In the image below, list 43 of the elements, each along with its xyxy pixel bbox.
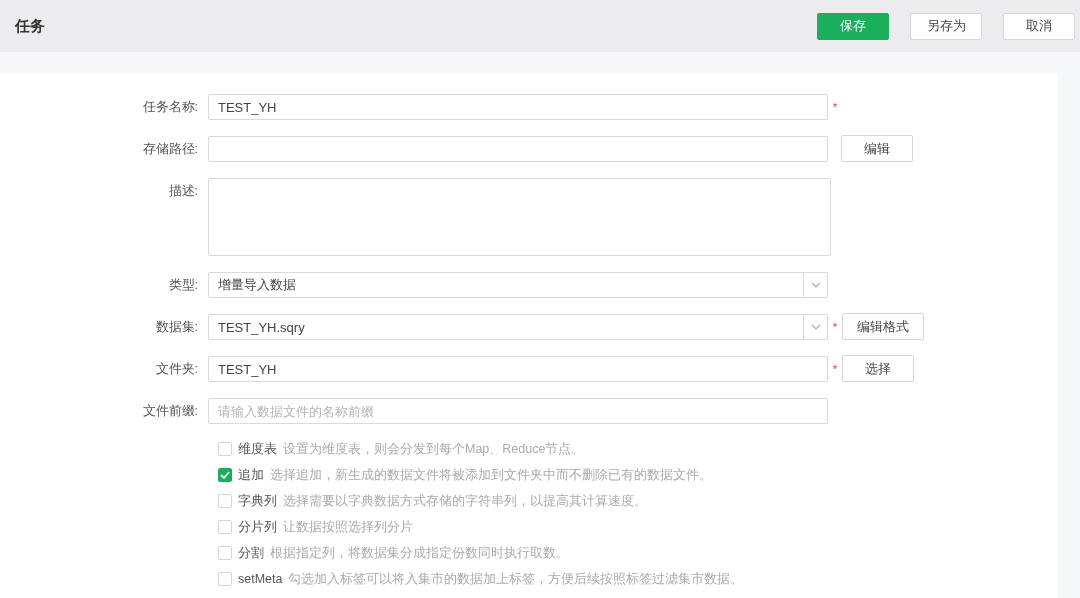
- field-label: 类型:: [168, 277, 198, 294]
- field-label: 文件夹:: [155, 361, 198, 378]
- chevron-down-icon: [810, 324, 821, 330]
- field-label: 数据集:: [155, 319, 198, 336]
- toolbar-button[interactable]: 取消: [1003, 12, 1075, 40]
- field-label: 存储路径:: [142, 141, 198, 158]
- action-button[interactable]: 编辑格式: [842, 313, 924, 340]
- option-hint: 选择追加，新生成的数据文件将被添加到文件夹中而不删除已有的数据文件。: [270, 466, 712, 484]
- input-field[interactable]: TEST_YH: [208, 94, 828, 120]
- option-label: 追加: [238, 466, 264, 484]
- action-button[interactable]: 选择: [842, 355, 914, 382]
- field-label: 描述:: [168, 183, 198, 200]
- option-hint: 根据指定列，将数据集分成指定份数同时执行取数。: [270, 544, 569, 562]
- checkbox[interactable]: [218, 468, 232, 482]
- checkbox[interactable]: [218, 494, 232, 508]
- option-label: setMeta: [238, 572, 283, 586]
- option-label: 维度表: [238, 440, 277, 458]
- page-title: 任务: [15, 16, 46, 36]
- input-field[interactable]: 请输入数据文件的名称前缀: [208, 398, 828, 424]
- input-field[interactable]: TEST_YH: [208, 356, 828, 382]
- dropdown[interactable]: 增量导入数据: [208, 272, 828, 298]
- field-label: 文件前缀:: [142, 403, 198, 420]
- dropdown[interactable]: TEST_YH.sqry: [208, 314, 828, 340]
- checkbox[interactable]: [218, 572, 232, 586]
- checkbox[interactable]: [218, 546, 232, 560]
- text-area[interactable]: [208, 178, 831, 256]
- option-label: 分片列: [238, 518, 277, 536]
- input-field[interactable]: [208, 136, 828, 162]
- option-label: 分割: [238, 544, 264, 562]
- option-label: 字典列: [238, 492, 277, 510]
- action-button[interactable]: 编辑: [841, 135, 913, 162]
- required-mark: *: [831, 362, 839, 377]
- required-mark: *: [831, 320, 839, 335]
- checkbox[interactable]: [218, 520, 232, 534]
- checkbox[interactable]: [218, 442, 232, 456]
- option-hint: 设置为维度表，则会分发到每个Map、Reduce节点。: [283, 440, 585, 458]
- option-hint: 勾选加入标签可以将入集市的数据加上标签，方便后续按照标签过滤集市数据。: [288, 570, 744, 588]
- option-hint: 选择需要以字典数据方式存储的字符串列，以提高其计算速度。: [283, 492, 647, 510]
- chevron-down-icon: [810, 282, 821, 288]
- toolbar-button[interactable]: 另存为: [910, 12, 982, 40]
- field-label: 任务名称:: [142, 99, 198, 116]
- required-mark: *: [831, 100, 839, 115]
- option-hint: 让数据按照选择列分片: [283, 518, 413, 536]
